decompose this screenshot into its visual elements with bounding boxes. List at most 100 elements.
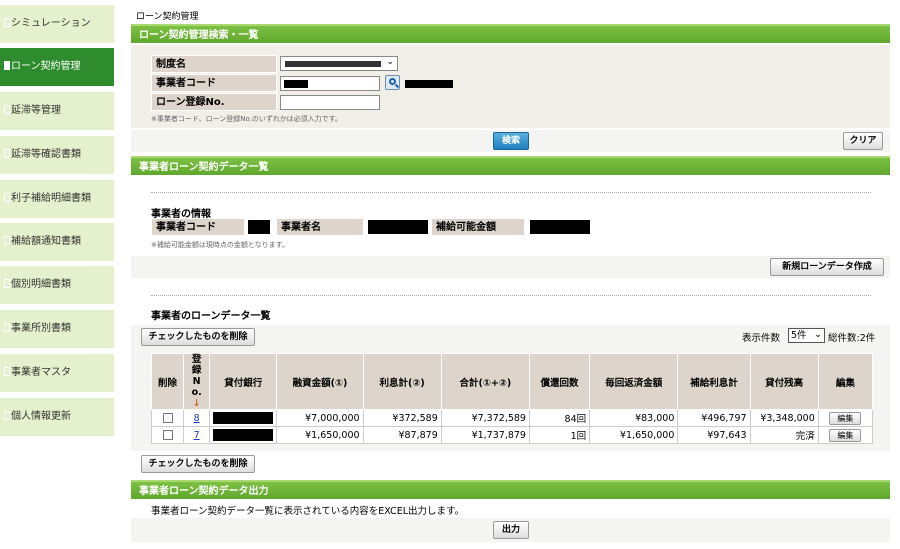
table-header-row: 削除 登録No. ↓ 貸付銀行 融資金額(①) 利息計(②) 合計(①+②) 償還… <box>150 353 874 410</box>
sidebar-item-personal-info[interactable]: 個人情報更新 <box>0 398 114 436</box>
bullet-icon <box>4 61 10 70</box>
sidebar: シミュレーション ローン契約管理 延滞等管理 延滞等確認書類 利子補給明細書類 … <box>0 0 116 549</box>
col-header-reg-no[interactable]: 登録No. ↓ <box>183 353 211 410</box>
search-section-header: ローン契約管理検索・一覧 <box>131 24 890 43</box>
subsidy-cell: ¥496,797 <box>677 409 751 427</box>
bullet-icon <box>4 323 10 332</box>
divider <box>151 192 871 193</box>
interest-cell: ¥87,879 <box>362 426 442 444</box>
payment-cell: ¥83,000 <box>589 409 679 427</box>
export-button[interactable]: 出力 <box>493 521 529 539</box>
sidebar-item-simulation[interactable]: シミュレーション <box>0 5 114 43</box>
sidebar-item-label: 個人情報更新 <box>11 411 71 422</box>
bullet-icon <box>4 367 10 376</box>
loan-list-section-header: 事業者ローン契約データ一覧 <box>131 156 890 175</box>
bullet-icon <box>4 105 10 114</box>
search-button[interactable]: 検索 <box>493 132 529 150</box>
info-note: ※補給可能金額は現時点の金額となります。 <box>151 241 289 249</box>
chevron-down-icon: ⌄ <box>386 57 394 67</box>
redacted-bank <box>213 412 274 424</box>
redacted-value <box>285 61 381 67</box>
bullet-icon <box>4 18 10 27</box>
sidebar-item-loan-contract[interactable]: ローン契約管理 <box>0 48 114 86</box>
sidebar-item-office-docs[interactable]: 事業所別書類 <box>0 310 114 348</box>
reg-no-link[interactable]: 7 <box>194 430 200 441</box>
col-header: 貸付残高 <box>749 353 819 410</box>
bank-cell <box>209 409 278 427</box>
total-cell: ¥7,372,589 <box>440 409 530 427</box>
edit-cell: 編集 <box>817 426 874 444</box>
search-note: ※事業者コード、ローン登録No.のいずれかは必須入力です。 <box>151 115 342 123</box>
system-name-label: 制度名 <box>151 55 277 73</box>
system-name-select[interactable]: ⌄ <box>280 56 398 71</box>
col-header: 毎回返済金額 <box>589 353 679 410</box>
display-count-select[interactable]: 5件 ⌄ <box>788 328 825 343</box>
clear-button[interactable]: クリア <box>843 132 883 150</box>
delete-checked-button-top[interactable]: チェックしたものを削除 <box>141 328 255 346</box>
breadcrumb: ローン契約管理 <box>136 12 199 22</box>
bullet-icon <box>4 279 10 288</box>
edit-cell: 編集 <box>817 409 874 427</box>
amount-cell: ¥7,000,000 <box>276 409 364 427</box>
redacted-bank <box>213 429 274 441</box>
redacted-amount <box>530 220 590 234</box>
reg-no-header-text: 登録No. <box>191 354 202 398</box>
redacted-business-name <box>405 80 453 88</box>
count-cell: 84回 <box>528 409 591 427</box>
col-header: 利息計(②) <box>362 353 442 410</box>
sidebar-item-notice-docs[interactable]: 補給額通知書類 <box>0 223 114 261</box>
sidebar-item-label: シミュレーション <box>11 18 91 29</box>
edit-button[interactable]: 編集 <box>829 411 862 425</box>
display-count-value: 5件 <box>791 330 807 341</box>
export-section-header: 事業者ローン契約データ出力 <box>131 480 890 499</box>
info-name-label: 事業者名 <box>276 218 364 236</box>
sidebar-item-interest-docs[interactable]: 利子補給明細書類 <box>0 180 114 218</box>
sidebar-item-label: 事業者マスタ <box>11 367 71 378</box>
count-cell: 1回 <box>528 426 591 444</box>
business-code-label: 事業者コード <box>151 74 277 92</box>
bank-cell <box>209 426 278 444</box>
col-header: 償還回数 <box>528 353 591 410</box>
search-icon[interactable] <box>385 75 400 90</box>
reg-no-link[interactable]: 8 <box>194 413 200 424</box>
col-header: 補給利息計 <box>677 353 751 410</box>
redacted-business-code <box>248 220 270 234</box>
sidebar-item-label: 事業所別書類 <box>11 323 71 334</box>
col-header: 編集 <box>817 353 874 410</box>
reg-no-cell: 8 <box>183 409 211 427</box>
delete-checkbox[interactable] <box>162 430 173 440</box>
info-code-label: 事業者コード <box>151 218 245 236</box>
delete-checked-button-bottom[interactable]: チェックしたものを削除 <box>141 455 255 473</box>
sidebar-item-delinquency-docs[interactable]: 延滞等確認書類 <box>0 136 114 174</box>
sidebar-item-individual-docs[interactable]: 個別明細書類 <box>0 266 114 304</box>
sidebar-item-label: 利子補給明細書類 <box>11 193 91 204</box>
main-content: ローン契約管理 ローン契約管理検索・一覧 制度名 ⌄ 事業者コード ローン登録N… <box>131 0 890 549</box>
balance-cell: 完済 <box>749 426 819 444</box>
delete-cell <box>150 426 185 444</box>
col-header: 削除 <box>150 353 185 410</box>
sidebar-item-label: 延滞等確認書類 <box>11 149 81 160</box>
col-header: 貸付銀行 <box>209 353 278 410</box>
arrow-down-icon: ↓ <box>192 398 201 409</box>
col-header: 合計(①+②) <box>440 353 530 410</box>
redacted-business-name <box>368 220 428 234</box>
amount-cell: ¥1,650,000 <box>276 426 364 444</box>
sidebar-item-business-master[interactable]: 事業者マスタ <box>0 354 114 392</box>
bullet-icon <box>4 149 10 158</box>
subsidy-cell: ¥97,643 <box>677 426 751 444</box>
new-loan-button[interactable]: 新規ローンデータ作成 <box>770 258 884 276</box>
table-row: 7 ¥1,650,000 ¥87,879 ¥1,737,879 1回 ¥1,65… <box>150 426 874 444</box>
loan-data-title: 事業者のローンデータ一覧 <box>151 311 271 322</box>
delete-cell <box>150 409 185 427</box>
edit-button[interactable]: 編集 <box>829 428 862 442</box>
loan-no-input[interactable] <box>280 95 380 110</box>
delete-checkbox[interactable] <box>162 413 173 423</box>
bullet-icon <box>4 411 10 420</box>
sidebar-item-label: 個別明細書類 <box>11 279 71 290</box>
payment-cell: ¥1,650,000 <box>589 426 679 444</box>
business-code-input[interactable] <box>280 76 380 91</box>
total-count: 総件数:2件 <box>828 333 876 344</box>
table-row: 8 ¥7,000,000 ¥372,589 ¥7,372,589 84回 ¥83… <box>150 409 874 427</box>
balance-cell: ¥3,348,000 <box>749 409 819 427</box>
sidebar-item-delinquency[interactable]: 延滞等管理 <box>0 92 114 130</box>
